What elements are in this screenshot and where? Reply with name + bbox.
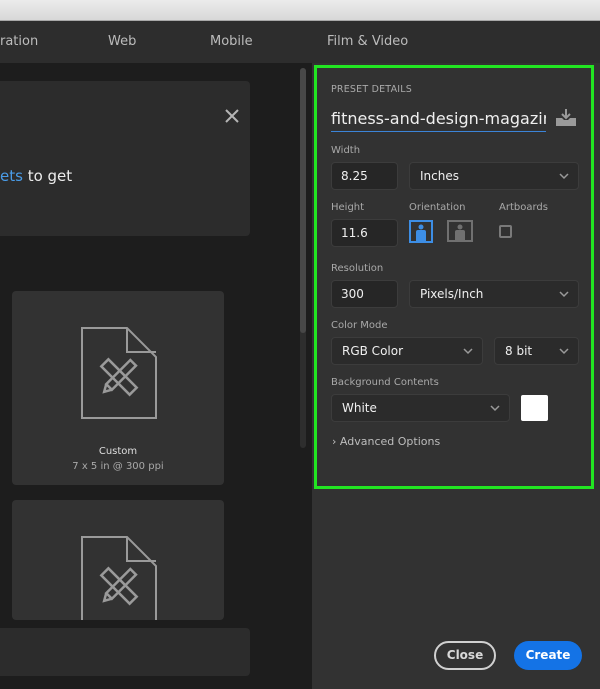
width-unit-select[interactable]: Inches <box>409 162 579 190</box>
preset-card[interactable] <box>12 500 224 620</box>
bit-depth-select[interactable]: 8 bit <box>494 337 579 365</box>
scrollbar[interactable] <box>300 68 306 448</box>
close-icon[interactable] <box>224 108 240 124</box>
scrollbar-thumb[interactable] <box>300 68 306 333</box>
tab-web[interactable]: Web <box>108 34 136 49</box>
color-mode-select[interactable]: RGB Color <box>331 337 483 365</box>
close-button[interactable]: Close <box>434 641 496 670</box>
background-contents-select[interactable]: White <box>331 394 510 422</box>
artboards-checkbox[interactable] <box>499 225 512 238</box>
document-ruler-pencil-icon <box>81 327 157 419</box>
preset-dimensions: 7 x 5 in @ 300 ppi <box>72 461 164 472</box>
height-label: Height <box>331 202 365 213</box>
category-tabbar: ration Web Mobile Film & Video <box>0 21 600 63</box>
chevron-down-icon <box>490 405 500 412</box>
preset-name: Custom <box>98 446 138 457</box>
width-input[interactable]: 8.25 <box>331 162 398 190</box>
bottom-panel <box>0 628 250 676</box>
window-titlebar <box>0 0 600 21</box>
tab-illustration[interactable]: ration <box>0 34 38 49</box>
presets-pane: ets to get Custom 7 x 5 in @ 300 ppi <box>0 63 312 689</box>
resolution-label: Resolution <box>331 263 384 274</box>
tab-film-video[interactable]: Film & Video <box>327 34 408 49</box>
tab-mobile[interactable]: Mobile <box>210 34 253 49</box>
portrait-orientation-button[interactable] <box>409 220 433 243</box>
orientation-label: Orientation <box>409 202 466 213</box>
advanced-options-toggle[interactable]: › Advanced Options <box>332 435 440 448</box>
artboards-label: Artboards <box>499 202 548 213</box>
save-preset-icon[interactable] <box>555 109 577 127</box>
portrait-icon <box>416 224 426 241</box>
preset-card[interactable]: Custom 7 x 5 in @ 300 ppi <box>12 291 224 485</box>
chevron-right-icon: › <box>332 435 340 448</box>
info-banner: ets to get <box>0 81 250 236</box>
document-name-input[interactable] <box>331 105 546 132</box>
width-label: Width <box>331 145 361 156</box>
chevron-down-icon <box>559 173 569 180</box>
chevron-down-icon <box>463 348 473 355</box>
banner-link[interactable]: ets <box>0 167 23 185</box>
chevron-down-icon <box>559 348 569 355</box>
height-input[interactable]: 11.6 <box>331 219 398 247</box>
background-contents-label: Background Contents <box>331 377 439 388</box>
section-title: PRESET DETAILS <box>331 84 412 95</box>
background-color-swatch[interactable] <box>521 395 548 421</box>
resolution-input[interactable]: 300 <box>331 280 398 308</box>
create-button[interactable]: Create <box>514 641 582 670</box>
landscape-orientation-button[interactable] <box>447 220 473 242</box>
chevron-down-icon <box>559 291 569 298</box>
document-ruler-pencil-icon <box>81 536 157 620</box>
banner-message: ets to get <box>0 167 73 185</box>
landscape-icon <box>455 224 465 240</box>
resolution-unit-select[interactable]: Pixels/Inch <box>409 280 579 308</box>
color-mode-label: Color Mode <box>331 320 388 331</box>
